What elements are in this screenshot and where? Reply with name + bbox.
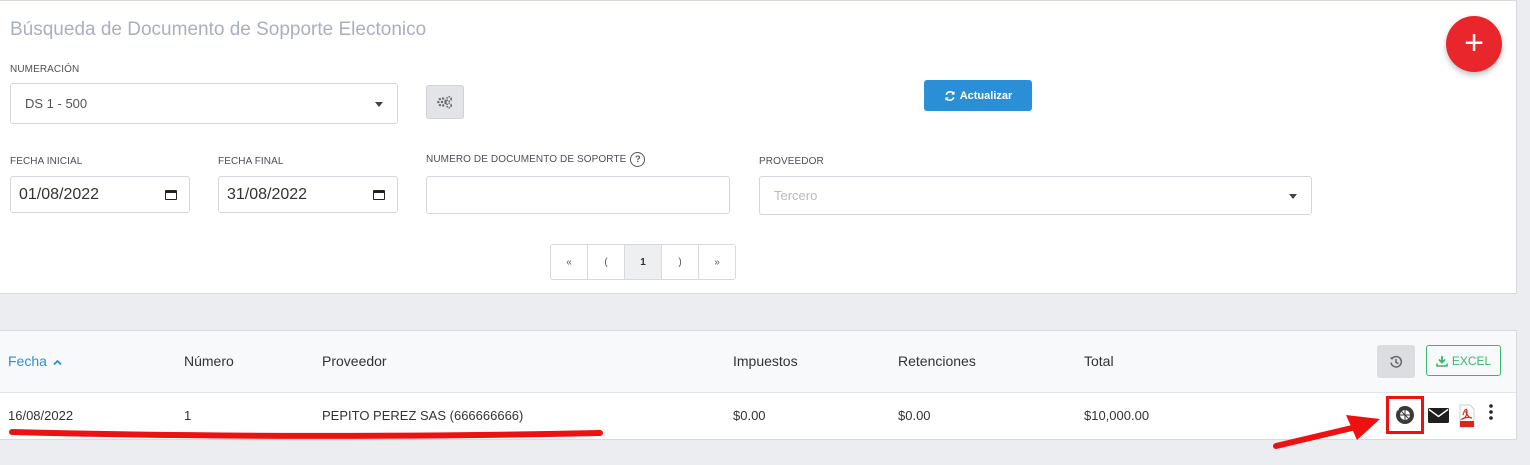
highlight-box-annotation [1386,396,1424,434]
arrow-annotation [1273,425,1355,449]
annotation-overlay [9,415,1380,449]
underline-annotation [9,429,603,439]
